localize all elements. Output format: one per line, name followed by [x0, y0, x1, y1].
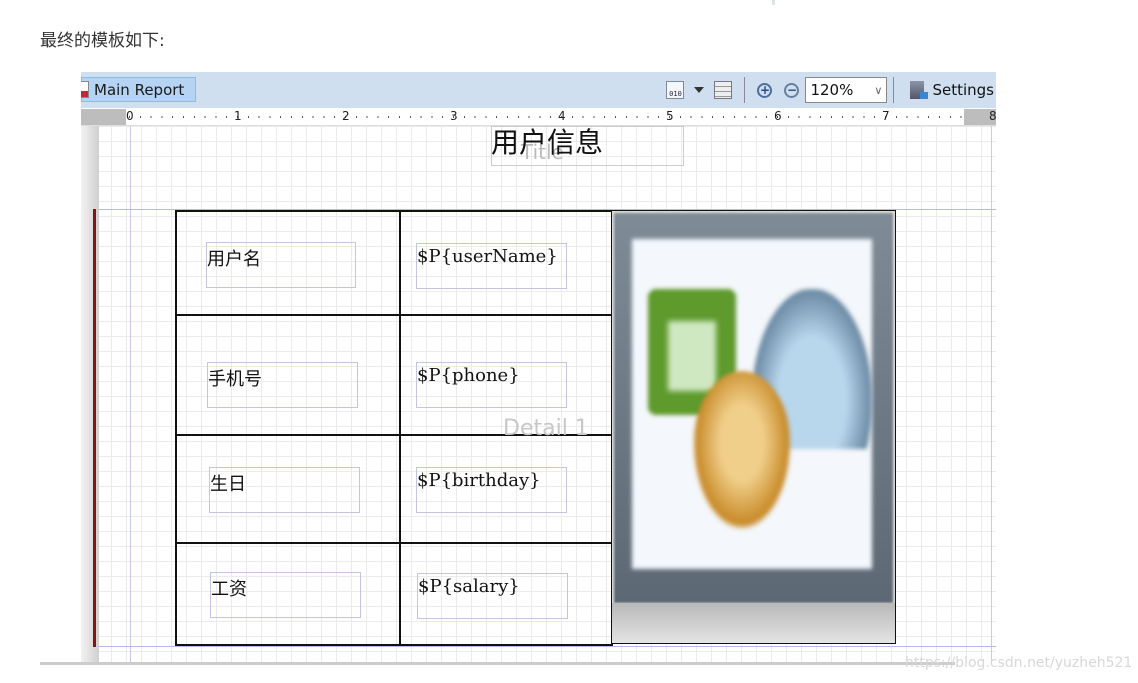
label-phone[interactable]: 手机号 [207, 362, 358, 408]
watermark: https://blog.csdn.net/yuzheh521 [905, 655, 1133, 671]
intro-text: 最终的模板如下: [40, 31, 165, 51]
zoom-level-value: 120% [810, 81, 854, 99]
ruler-mark: 3 [450, 109, 458, 123]
right-margin-guide [991, 126, 992, 662]
image-placeholder-orange-shape [692, 371, 792, 531]
ruler-mark: 0 [126, 109, 134, 123]
ruler-mark: 1 [234, 109, 242, 123]
band-marker [93, 209, 96, 647]
ruler-mark: 5 [666, 109, 674, 123]
horizontal-scrollbar[interactable] [40, 662, 955, 665]
image-placeholder-green-inner [668, 321, 716, 391]
param-phone[interactable]: $P{phone} [416, 362, 567, 408]
settings-button[interactable]: Settings [932, 81, 994, 99]
ruler-mark: 8 [989, 109, 996, 123]
zoom-out-icon[interactable]: − [784, 82, 800, 98]
label-salary[interactable]: 工资 [210, 572, 361, 618]
left-margin-guide [130, 126, 131, 662]
param-birthday[interactable]: $P{birthday} [416, 467, 567, 513]
ruler-mark: 2 [342, 109, 350, 123]
settings-icon[interactable] [910, 81, 929, 99]
tab-main-report-label: Main Report [94, 80, 185, 99]
scroll-marker [772, 0, 775, 5]
image-placeholder-shadow [612, 603, 895, 643]
ruler-mark: 7 [882, 109, 890, 123]
ruler-margin-left [81, 109, 126, 125]
binary-data-icon[interactable]: 010 [666, 81, 685, 99]
tab-main-report[interactable]: Main Report [81, 77, 196, 102]
toolbar-right: 010 + − 120% ∨ Settings [660, 76, 996, 104]
report-doc-icon [81, 81, 89, 98]
list-view-icon[interactable] [714, 81, 733, 99]
param-salary[interactable]: $P{salary} [417, 573, 568, 619]
report-title[interactable]: 用户信息 [491, 121, 603, 161]
label-username[interactable]: 用户名 [206, 242, 356, 288]
detail-band-label: Detail 1 [503, 416, 589, 441]
ruler-ticks [129, 116, 962, 118]
label-birthday[interactable]: 生日 [209, 467, 360, 513]
vertical-ruler [81, 126, 99, 662]
zoom-in-icon[interactable]: + [757, 82, 773, 98]
param-username[interactable]: $P{userName} [416, 243, 567, 289]
ruler-mark: 6 [774, 109, 782, 123]
chevron-down-icon: ∨ [874, 83, 883, 97]
toolbar: Main Report 010 + − 120% ∨ Settings [81, 72, 996, 108]
design-canvas[interactable]: Title 用户信息 用户名 $P{userName} 手机号 $P{phone… [81, 126, 996, 662]
dropdown-caret-icon[interactable] [694, 87, 705, 93]
zoom-level-select[interactable]: 120% ∨ [805, 77, 888, 103]
toolbar-separator [744, 77, 746, 103]
toolbar-separator [893, 77, 895, 103]
image-element[interactable] [611, 210, 896, 644]
report-editor: Main Report 010 + − 120% ∨ Settings 0 1 … [81, 72, 996, 662]
detail-band-separator [99, 646, 996, 647]
